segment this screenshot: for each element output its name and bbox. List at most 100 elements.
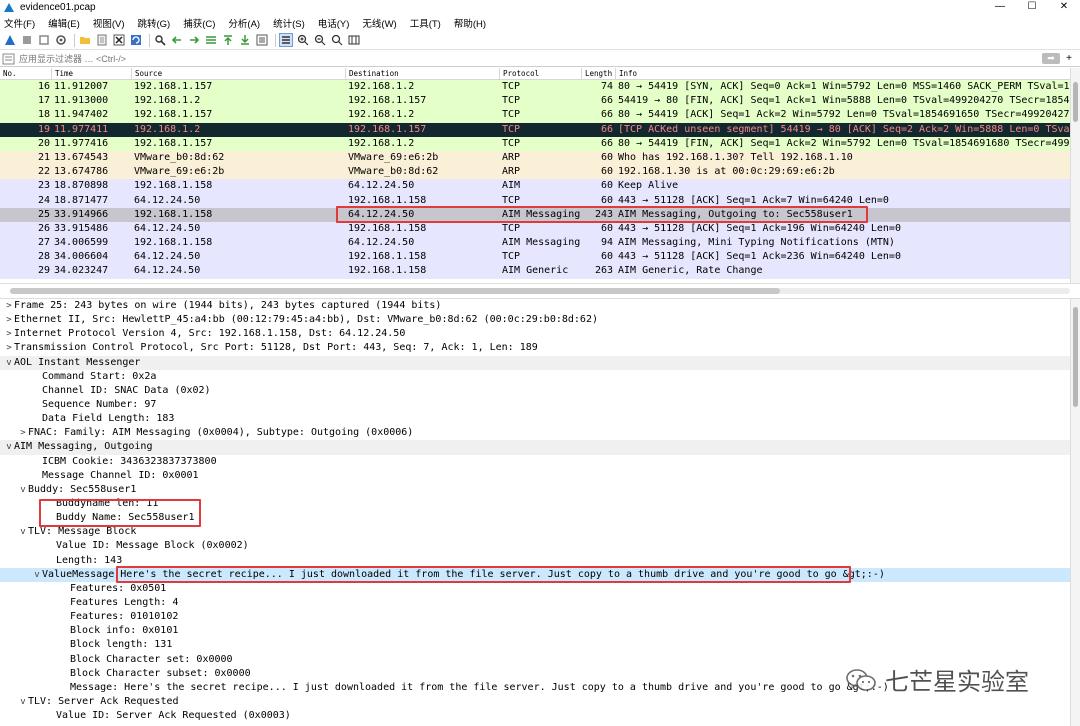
- restart-capture-icon[interactable]: [37, 33, 51, 47]
- close-file-icon[interactable]: [112, 33, 126, 47]
- autoscroll-icon[interactable]: [255, 33, 269, 47]
- expander-icon[interactable]: v: [4, 440, 14, 454]
- detail-tree-item[interactable]: > FNAC: Family: AIM Messaging (0x0004), S…: [0, 426, 1070, 440]
- first-packet-icon[interactable]: [221, 33, 235, 47]
- expander-icon[interactable]: v: [32, 568, 42, 582]
- detail-tree-item[interactable]: v AOL Instant Messenger: [0, 355, 1070, 370]
- packet-row[interactable]: 17 11.913000 192.168.1.2 192.168.1.157 TCP 66…: [0, 94, 1080, 109]
- packet-row[interactable]: 22 13.674786 VMware_69:e6:2b VMware_b0:8d:6…: [0, 165, 1080, 180]
- scrollbar-thumb[interactable]: [1073, 82, 1078, 122]
- packet-row[interactable]: 16 11.912007 192.168.1.157 192.168.1.2 TCP 74…: [0, 80, 1080, 95]
- detail-tree-item[interactable]: v Buddy: Sec558user1: [0, 483, 1070, 497]
- zoom-normal-icon[interactable]: [330, 33, 344, 47]
- resize-columns-icon[interactable]: [347, 33, 361, 47]
- save-file-icon[interactable]: [95, 33, 109, 47]
- reload-file-icon[interactable]: [129, 33, 143, 47]
- menu-item[interactable]: 分析(A): [228, 16, 260, 30]
- bookmark-icon[interactable]: [2, 53, 16, 65]
- go-back-icon[interactable]: [170, 33, 184, 47]
- start-capture-icon[interactable]: [3, 33, 17, 47]
- detail-tree-item[interactable]: Channel ID: SNAC Data (0x02): [0, 384, 1070, 398]
- zoom-in-icon[interactable]: [296, 33, 310, 47]
- expander-icon[interactable]: >: [18, 426, 28, 440]
- go-forward-icon[interactable]: [187, 33, 201, 47]
- packet-row[interactable]: 19 11.977411 192.168.1.2 192.168.1.157 TCP 66…: [0, 122, 1080, 137]
- column-header-protocol[interactable]: Protocol: [500, 68, 582, 79]
- detail-tree-item[interactable]: v TLV: Message Block: [0, 525, 1070, 539]
- menu-item[interactable]: 跳转(G): [137, 16, 170, 30]
- last-packet-icon[interactable]: [238, 33, 252, 47]
- scrollbar-thumb[interactable]: [1073, 307, 1078, 407]
- detail-tree-item[interactable]: Block info: 0x0101: [0, 624, 1070, 638]
- open-file-icon[interactable]: [78, 33, 92, 47]
- packet-row[interactable]: 23 18.870898 192.168.1.158 64.12.24.50 AIM 60…: [0, 179, 1080, 194]
- detail-tree-item[interactable]: Data Field Length: 183: [0, 412, 1070, 426]
- pane-splitter[interactable]: [0, 283, 1080, 299]
- detail-tree-item[interactable]: Block Character subset: 0x0000: [0, 667, 1070, 681]
- menu-item[interactable]: 统计(S): [273, 16, 305, 30]
- horizontal-scrollbar[interactable]: [10, 288, 1070, 294]
- column-header-no[interactable]: No.: [0, 68, 52, 79]
- column-header-time[interactable]: Time: [52, 68, 132, 79]
- detail-tree-item[interactable]: Value ID: Server Ack Requested (0x0003): [0, 709, 1070, 723]
- stop-capture-icon[interactable]: [20, 33, 34, 47]
- add-filter-button[interactable]: +: [1064, 53, 1074, 64]
- expander-icon[interactable]: v: [18, 483, 28, 497]
- expander-icon[interactable]: >: [4, 299, 14, 313]
- expander-icon[interactable]: v: [4, 356, 14, 370]
- menu-item[interactable]: 文件(F): [4, 16, 35, 30]
- expander-icon[interactable]: v: [18, 525, 28, 539]
- packet-row[interactable]: 27 34.006599 192.168.1.158 64.12.24.50 AIM M…: [0, 236, 1080, 251]
- column-header-info[interactable]: Info: [616, 68, 1080, 79]
- details-scrollbar[interactable]: [1070, 299, 1080, 726]
- colorize-icon[interactable]: [279, 33, 293, 47]
- detail-tree-item[interactable]: ICBM Cookie: 3436323837373800: [0, 455, 1070, 469]
- find-packet-icon[interactable]: [153, 33, 167, 47]
- detail-tree-item[interactable]: Block length: 131: [0, 638, 1070, 652]
- detail-tree-item[interactable]: > Transmission Control Protocol, Src Port…: [0, 341, 1070, 355]
- expander-icon[interactable]: v: [18, 695, 28, 709]
- go-to-packet-icon[interactable]: [204, 33, 218, 47]
- detail-tree-item[interactable]: Message: Here's the secret recipe... I j…: [0, 681, 1070, 695]
- detail-tree-item[interactable]: Block Character set: 0x0000: [0, 653, 1070, 667]
- display-filter-input[interactable]: [16, 52, 1042, 65]
- menu-item[interactable]: 无线(W): [362, 16, 396, 30]
- packet-row[interactable]: 21 13.674543 VMware_b0:8d:62 VMware_69:e6:2…: [0, 150, 1080, 166]
- detail-tree-item[interactable]: Features Length: 4: [0, 596, 1070, 610]
- packet-row[interactable]: 26 33.915486 64.12.24.50 192.168.1.158 TCP 60…: [0, 221, 1080, 237]
- detail-tree-item[interactable]: Message Channel ID: 0x0001: [0, 469, 1070, 483]
- column-header-length[interactable]: Length: [582, 68, 616, 79]
- close-button[interactable]: ✕: [1048, 0, 1080, 14]
- expander-icon[interactable]: >: [4, 327, 14, 341]
- zoom-out-icon[interactable]: [313, 33, 327, 47]
- detail-tree-item[interactable]: v TLV: Server Ack Requested: [0, 695, 1070, 709]
- menu-item[interactable]: 工具(T): [410, 16, 441, 30]
- packet-row[interactable]: 18 11.947402 192.168.1.157 192.168.1.2 TCP 66…: [0, 108, 1080, 123]
- detail-tree-item[interactable]: > Ethernet II, Src: HewlettP_45:a4:bb (00…: [0, 313, 1070, 327]
- maximize-button[interactable]: ☐: [1016, 0, 1048, 14]
- detail-tree-item[interactable]: Features: 01010102: [0, 610, 1070, 624]
- detail-tree-item[interactable]: > Frame 25: 243 bytes on wire (1944 bits)…: [0, 299, 1070, 313]
- packet-row[interactable]: 28 34.006604 64.12.24.50 192.168.1.158 TCP 60…: [0, 250, 1080, 265]
- menu-item[interactable]: 捕获(C): [183, 16, 215, 30]
- minimize-button[interactable]: —: [984, 0, 1016, 14]
- packet-row[interactable]: 20 11.977416 192.168.1.157 192.168.1.2 TCP 66…: [0, 136, 1080, 151]
- menu-item[interactable]: 帮助(H): [454, 16, 486, 30]
- expander-icon[interactable]: >: [4, 313, 14, 327]
- apply-filter-button[interactable]: ➡: [1042, 53, 1060, 64]
- packet-list-scrollbar[interactable]: [1070, 68, 1080, 283]
- column-header-source[interactable]: Source: [132, 68, 346, 79]
- detail-tree-item[interactable]: v AIM Messaging, Outgoing: [0, 440, 1070, 455]
- packet-row[interactable]: 29 34.023247 64.12.24.50 192.168.1.158 AIM G…: [0, 264, 1080, 279]
- detail-tree-item[interactable]: Sequence Number: 97: [0, 398, 1070, 412]
- expander-icon[interactable]: >: [4, 341, 14, 355]
- detail-tree-item[interactable]: Command Start: 0x2a: [0, 370, 1070, 384]
- column-header-destination[interactable]: Destination: [346, 68, 500, 79]
- detail-tree-item[interactable]: Features: 0x0501: [0, 582, 1070, 596]
- packet-list[interactable]: No. Time Source Destination Protocol Len…: [0, 68, 1080, 283]
- detail-tree-item[interactable]: > Internet Protocol Version 4, Src: 192.1…: [0, 327, 1070, 341]
- menu-item[interactable]: 电话(Y): [318, 16, 350, 30]
- detail-tree-item[interactable]: Value ID: Message Block (0x0002): [0, 539, 1070, 553]
- menu-item[interactable]: 视图(V): [93, 16, 125, 30]
- menu-item[interactable]: 编辑(E): [48, 16, 80, 30]
